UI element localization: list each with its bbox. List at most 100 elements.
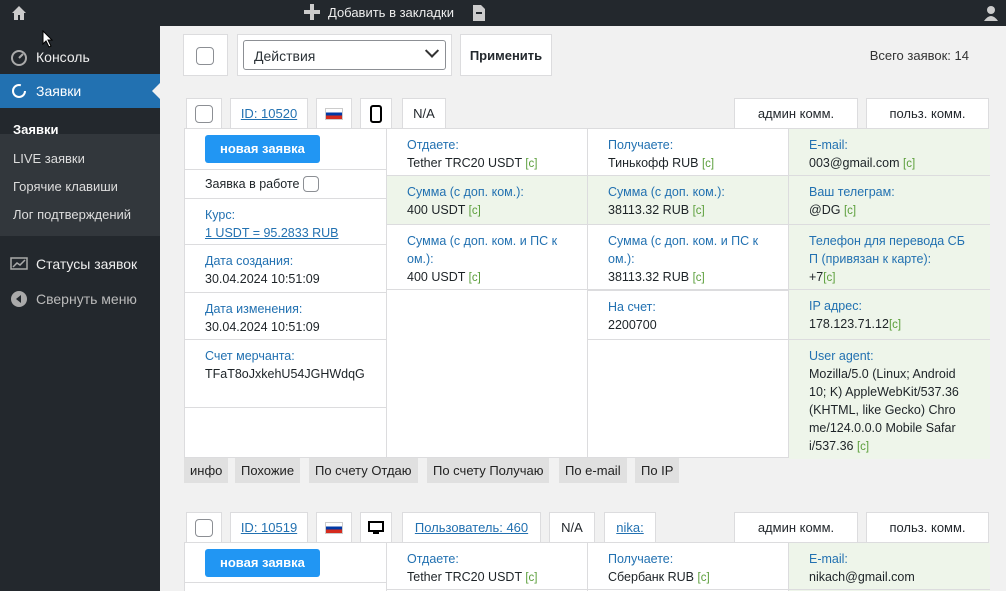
in-work-checkbox[interactable] [303, 176, 320, 192]
get-sum-fee-value: 38113.32 RUB [608, 203, 690, 217]
admin-bar: Добавить в закладки [0, 0, 1006, 26]
order-id-link[interactable]: ID: 10520 [241, 106, 297, 121]
refresh-icon [12, 84, 26, 98]
collapse-menu-button[interactable]: Свернуть меню [0, 282, 160, 316]
user-link[interactable]: Пользователь: 460 [415, 520, 528, 535]
select-all-checkbox[interactable] [196, 47, 214, 65]
get-sum-ps-value: 38113.32 RUB [608, 270, 690, 284]
copy-tag[interactable]: [c] [889, 319, 901, 331]
add-bookmark-link[interactable]: Добавить в закладки [304, 4, 454, 20]
give-label: Отдаете: [407, 138, 459, 152]
copy-tag[interactable]: [c] [702, 158, 714, 170]
apply-button[interactable]: Применить [460, 34, 552, 76]
phone-cell: Телефон для перевода СБ П (привязан к ка… [789, 225, 990, 290]
get-sum-ps-label: Сумма (с доп. ком. и ПС к ом.): [608, 234, 759, 266]
order-checkbox-box [186, 98, 222, 128]
by-ip-button[interactable]: По IP [635, 458, 680, 483]
order-meta-column: новая заявка [185, 543, 387, 591]
order-checkbox[interactable] [195, 518, 213, 537]
order-meta-column: новая заявка Заявка в работе Курс: 1 USD… [185, 129, 387, 457]
na-tab: N/A [402, 98, 446, 128]
submenu-confirm-log[interactable]: Лог подтверждений [13, 207, 131, 222]
dashboard-icon [11, 50, 27, 66]
nick-tab: nika: [604, 512, 656, 542]
submenu-orders[interactable]: Заявки [13, 122, 58, 137]
order-checkbox[interactable] [195, 104, 213, 123]
sum-ps-label: Сумма (с доп. ком. и ПС к ом.): [407, 234, 558, 266]
copy-tag[interactable]: [c] [469, 205, 481, 217]
plus-icon [304, 4, 320, 20]
user-comment-button[interactable]: польз. комм. [866, 512, 989, 542]
home-icon[interactable] [10, 4, 28, 22]
similar-button[interactable]: Похожие [235, 458, 301, 483]
account-label: На счет: [608, 300, 656, 314]
by-give-account-button[interactable]: По счету Отдаю [309, 458, 418, 483]
copy-tag[interactable]: [c] [823, 272, 835, 284]
admin-comment-button[interactable]: админ комм. [734, 98, 858, 128]
copy-tag[interactable]: [c] [693, 205, 705, 217]
sidebar-item-orders[interactable]: Заявки [0, 74, 160, 108]
get-sum-fee-label: Сумма (с доп. ком.): [608, 185, 725, 199]
device-tab [360, 512, 392, 542]
copy-tag[interactable]: [c] [469, 272, 481, 284]
na-tab: N/A [549, 512, 595, 542]
telegram-label: Ваш телеграм: [809, 185, 895, 199]
by-email-button[interactable]: По e-mail [559, 458, 627, 483]
get-sum-ps-cell: Сумма (с доп. ком. и ПС к ом.): 38113.32… [588, 225, 788, 290]
in-work-label: Заявка в работе [205, 177, 300, 191]
copy-tag[interactable]: [c] [903, 158, 915, 170]
contact-column: E-mail: 003@gmail.com [c] Ваш телеграм: … [789, 129, 990, 459]
modified-label: Дата изменения: [205, 302, 303, 316]
copy-tag[interactable]: [c] [698, 572, 710, 584]
document-icon[interactable] [472, 4, 486, 22]
account-value: 2200700 [608, 318, 657, 332]
actions-select[interactable]: Действия [243, 40, 446, 70]
total-orders: Всего заявок: 14 [869, 48, 969, 63]
copy-tag[interactable]: [c] [857, 441, 869, 453]
modified-cell: Дата изменения: 30.04.2024 10:51:09 [185, 293, 386, 340]
user-agent-cell: User agent: Mozilla/5.0 (Linux; Android … [789, 340, 990, 459]
email-label: E-mail: [809, 138, 848, 152]
copy-tag[interactable]: [c] [844, 205, 856, 217]
telegram-value: @DG [809, 203, 841, 217]
give-column: Отдаете: Tether TRC20 USDT [c] [387, 543, 588, 591]
sum-ps-value: 400 USDT [407, 270, 466, 284]
sum-fee-cell: Сумма (с доп. ком.): 400 USDT [c] [387, 176, 587, 225]
user-comment-button[interactable]: польз. комм. [866, 98, 989, 128]
copy-tag[interactable]: [c] [525, 158, 537, 170]
admin-comment-button[interactable]: админ комм. [734, 512, 858, 542]
rate-label: Курс: [205, 208, 236, 222]
get-cell: Получаете: Тинькофф RUB [c] [588, 129, 788, 176]
get-sum-fee-cell: Сумма (с доп. ком.): 38113.32 RUB [c] [588, 176, 788, 225]
get-value: Тинькофф RUB [608, 156, 699, 170]
order-id-tab: ID: 10520 [230, 98, 308, 128]
submenu-live-orders[interactable]: LIVE заявки [13, 151, 85, 166]
created-label: Дата создания: [205, 254, 294, 268]
order-id-link[interactable]: ID: 10519 [241, 520, 297, 535]
chart-icon [10, 257, 28, 270]
sidebar-item-statuses[interactable]: Статусы заявок [0, 247, 160, 281]
sum-fee-value: 400 USDT [407, 203, 466, 217]
give-label: Отдаете: [407, 552, 459, 566]
country-tab [316, 98, 352, 128]
email-cell: E-mail: nikach@gmail.com [789, 543, 990, 590]
submenu-hotkeys[interactable]: Горячие клавиши [13, 179, 118, 194]
rate-cell: Курс: 1 USDT = 95.2833 RUB [185, 199, 386, 245]
copy-tag[interactable]: [c] [693, 272, 705, 284]
new-order-button[interactable]: новая заявка [205, 549, 320, 577]
order-checkbox-box [186, 512, 222, 542]
sidebar-item-console[interactable]: Консоль [0, 40, 160, 74]
new-order-cell: новая заявка [185, 129, 386, 170]
merchant-cell: Счет мерчанта: TFaT8oJxkehU54JGHWdqG [185, 340, 386, 408]
nick-link[interactable]: nika: [616, 520, 643, 535]
email-label: E-mail: [809, 552, 848, 566]
user-icon[interactable] [982, 4, 1000, 22]
chevron-down-icon [424, 43, 440, 58]
get-column: Получаете: Тинькофф RUB [c] Сумма (с доп… [588, 129, 789, 457]
sum-ps-cell: Сумма (с доп. ком. и ПС к ом.): 400 USDT… [387, 225, 587, 290]
info-button[interactable]: инфо [184, 458, 229, 483]
rate-link[interactable]: 1 USDT = 95.2833 RUB [205, 224, 366, 242]
copy-tag[interactable]: [c] [525, 572, 537, 584]
by-get-account-button[interactable]: По счету Получаю [427, 458, 550, 483]
new-order-button[interactable]: новая заявка [205, 135, 320, 163]
